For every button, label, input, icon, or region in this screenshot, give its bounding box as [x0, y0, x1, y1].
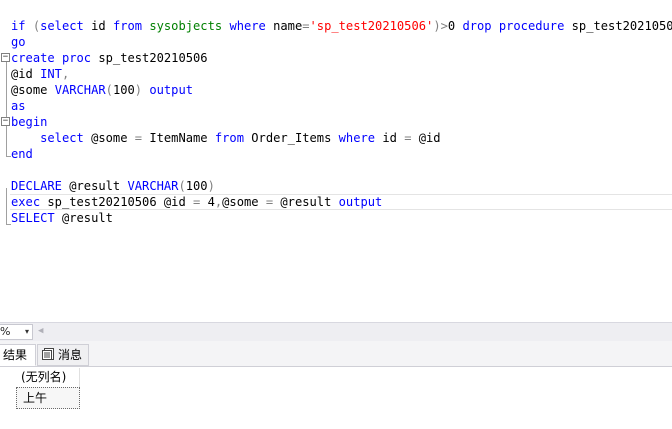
code-token: if: [11, 19, 33, 33]
code-token: VARCHAR: [127, 179, 179, 193]
code-token: id: [382, 131, 405, 145]
code-token: from: [112, 19, 150, 33]
code-token: begin: [11, 115, 48, 129]
code-token: 100: [185, 179, 208, 193]
outline-guide: [6, 58, 7, 156]
code-line[interactable]: go: [11, 34, 26, 50]
code-line[interactable]: @some VARCHAR(100) output: [11, 82, 193, 98]
code-token: (: [178, 179, 186, 193]
code-token: 100: [112, 83, 135, 97]
code-token: INT: [40, 67, 62, 81]
code-token: Order_Items: [251, 131, 339, 145]
code-token: from: [214, 131, 252, 145]
code-token: output: [338, 195, 383, 209]
code-token: @result: [280, 195, 339, 209]
code-token: ): [134, 83, 150, 97]
code-line[interactable]: DECLARE @result VARCHAR(100): [11, 178, 215, 194]
code-token: drop procedure: [462, 19, 572, 33]
code-line[interactable]: if (select id from sysobjects where name…: [11, 18, 672, 34]
results-grid[interactable]: (无列名) 上午: [0, 367, 672, 429]
outline-guide-2: [6, 188, 7, 224]
code-token: go: [11, 35, 26, 49]
code-token: @some: [91, 131, 135, 145]
query-editor[interactable]: − − if (select id from sysobjects where …: [0, 0, 672, 322]
code-token: output: [149, 83, 194, 97]
code-token: VARCHAR: [54, 83, 106, 97]
code-line[interactable]: exec sp_test20210506 @id = 4,@some = @re…: [10, 194, 672, 210]
code-token: 'sp_test20210506': [309, 19, 434, 33]
code-token: ): [207, 179, 215, 193]
tab-messages-label: 消息: [58, 348, 83, 362]
code-token: =: [193, 195, 208, 209]
messages-icon: [41, 347, 55, 361]
code-token: name: [273, 19, 303, 33]
code-token: SELECT: [11, 211, 62, 225]
code-token: =: [265, 195, 281, 209]
chevron-down-icon: ▾: [24, 327, 29, 336]
tab-results[interactable]: 结果: [0, 344, 36, 366]
code-line[interactable]: select @some = ItemName from Order_Items…: [11, 130, 441, 146]
code-token: @some: [222, 195, 266, 209]
code-token: @id: [11, 67, 41, 81]
code-token: @id: [418, 131, 441, 145]
code-token: =: [302, 19, 310, 33]
code-token: sysobjects: [149, 19, 230, 33]
results-tabstrip: 结果 消息: [0, 341, 672, 367]
code-token: @result: [69, 179, 128, 193]
code-line[interactable]: SELECT @result: [11, 210, 113, 226]
code-token: id: [91, 19, 113, 33]
zoom-dropdown[interactable]: % ▾: [0, 324, 33, 340]
code-token: sp_test20210506: [98, 51, 208, 65]
code-token: end: [11, 147, 33, 161]
code-token: =: [134, 131, 150, 145]
code-token: (: [105, 83, 113, 97]
code-token: exec: [11, 195, 48, 209]
zoom-value: %: [0, 325, 11, 338]
tab-messages[interactable]: 消息: [37, 344, 89, 366]
row-header[interactable]: [0, 387, 16, 409]
code-token: 4: [207, 195, 215, 209]
code-token: sp_test20210506: [571, 19, 672, 33]
code-line[interactable]: as: [11, 98, 26, 114]
column-header[interactable]: (无列名): [16, 368, 80, 387]
editor-status-bar: % ▾ ◀: [0, 322, 672, 341]
code-token: as: [11, 99, 26, 113]
code-line[interactable]: end: [11, 146, 33, 162]
code-token: create proc: [11, 51, 99, 65]
code-token: @result: [61, 211, 113, 225]
code-token: 0: [447, 19, 463, 33]
code-token: =: [404, 131, 419, 145]
collapse-begin-toggle[interactable]: −: [1, 117, 10, 126]
code-line[interactable]: @id INT,: [11, 66, 69, 82]
code-token: sp_test20210506 @id: [47, 195, 194, 209]
code-token: ,: [61, 67, 70, 81]
code-token: select: [40, 19, 92, 33]
code-token: where: [229, 19, 274, 33]
scroll-left-icon[interactable]: ◀: [38, 326, 43, 336]
code-token: DECLARE: [11, 179, 70, 193]
code-line[interactable]: create proc sp_test20210506: [11, 50, 208, 66]
tab-results-label: 结果: [3, 348, 28, 362]
code-token: where: [338, 131, 383, 145]
code-token: @some: [11, 83, 55, 97]
result-cell[interactable]: 上午: [16, 387, 80, 409]
code-token: )>: [433, 19, 448, 33]
code-token: ItemName: [149, 131, 215, 145]
code-line[interactable]: begin: [11, 114, 47, 130]
code-token: select: [40, 131, 92, 145]
collapse-proc-toggle[interactable]: −: [1, 53, 10, 62]
